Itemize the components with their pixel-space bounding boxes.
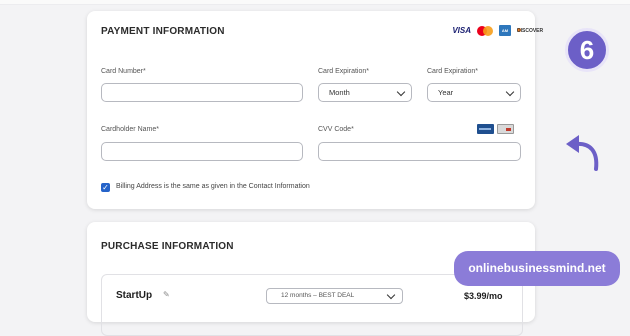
chevron-down-icon: [396, 87, 406, 97]
edit-pencil-icon[interactable]: ✎: [163, 290, 170, 299]
visa-logo-icon: VISA: [452, 26, 471, 35]
mastercard-logo-icon: [477, 25, 493, 36]
cardholder-name-label: Cardholder Name*: [101, 126, 159, 133]
accepted-cards: VISA AM DISCOVER: [452, 25, 544, 36]
plan-term-select[interactable]: 12 months – BEST DEAL: [266, 288, 403, 304]
payment-section-title: PAYMENT INFORMATION: [101, 26, 225, 37]
expiration-year-label: Card Expiration*: [427, 68, 478, 75]
cvv-code-label: CVV Code*: [318, 126, 354, 133]
discover-logo-icon: DISCOVER: [517, 28, 544, 35]
chevron-down-icon: [505, 87, 515, 97]
amex-logo-icon: AM: [499, 25, 511, 36]
expiration-month-label: Card Expiration*: [318, 68, 369, 75]
expiration-month-select[interactable]: Month: [318, 83, 412, 102]
cvv-hint-icons: [477, 124, 514, 134]
cardholder-name-input[interactable]: [101, 142, 303, 161]
card-front-icon: [477, 124, 494, 134]
card-back-icon: [497, 124, 514, 134]
card-number-input[interactable]: [101, 83, 303, 102]
payment-information-card: PAYMENT INFORMATION VISA AM DISCOVER Car…: [87, 11, 544, 209]
card-number-label: Card Number*: [101, 68, 146, 75]
curved-arrow-icon: [566, 135, 599, 171]
watermark-text: onlinebusinessmind.net: [468, 261, 606, 275]
billing-same-label: Billing Address is the same as given in …: [116, 183, 310, 190]
cvv-code-input[interactable]: [318, 142, 521, 161]
step-number-badge: 6: [565, 28, 609, 72]
purchase-section-title: PURCHASE INFORMATION: [101, 241, 234, 252]
top-strip: [0, 0, 630, 5]
chevron-down-icon: [386, 290, 396, 300]
billing-same-checkbox[interactable]: ✓: [101, 183, 110, 192]
watermark-badge: onlinebusinessmind.net: [454, 251, 620, 286]
plan-name: StartUp: [116, 290, 153, 301]
expiration-year-select[interactable]: Year: [427, 83, 521, 102]
